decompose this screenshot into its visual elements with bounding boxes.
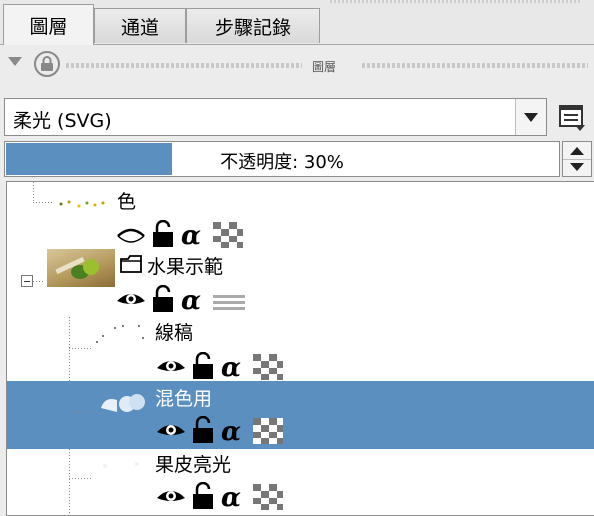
folder-icon — [120, 255, 142, 273]
title-grip-right[interactable] — [362, 63, 588, 68]
blend-mode-select[interactable]: 柔光 (SVG) — [4, 98, 547, 136]
inherit-alpha-icon[interactable] — [213, 220, 245, 250]
opacity-label: 不透明度: 30% — [220, 152, 344, 173]
lock-icon[interactable] — [191, 352, 215, 382]
layer-properties: α — [115, 220, 255, 254]
layer-name: 果皮亮光 — [155, 454, 232, 476]
list-menu-icon — [559, 105, 585, 131]
collapse-toggle-icon[interactable] — [21, 275, 33, 287]
alpha-lock-icon[interactable]: α — [179, 220, 211, 250]
layer-properties: α — [155, 352, 295, 386]
alpha-lock-icon[interactable]: α — [179, 285, 211, 315]
tab-layers[interactable]: 圖層 — [3, 4, 94, 45]
title-grip-left[interactable] — [66, 63, 302, 68]
svg-text:α: α — [181, 286, 201, 315]
layer-list[interactable]: 色 α 水果示範 α 線稿 α 混色用 α 果皮亮光 α — [6, 181, 594, 516]
layer-menu-button[interactable] — [557, 103, 587, 133]
layer-name: 色 — [117, 191, 137, 213]
tab-layers-label: 圖層 — [29, 15, 68, 38]
eye-icon[interactable] — [155, 416, 187, 446]
docker-grip[interactable] — [330, 0, 580, 3]
pass-through-icon[interactable] — [213, 285, 249, 315]
tab-history[interactable]: 步驟記錄 — [186, 8, 320, 43]
lock-icon[interactable] — [151, 220, 175, 250]
collapse-panel-icon[interactable] — [8, 57, 22, 66]
alpha-lock-icon[interactable]: α — [219, 482, 251, 512]
eye-closed-icon[interactable] — [115, 220, 147, 250]
layer-thumbnail — [103, 462, 139, 468]
inherit-alpha-icon[interactable] — [253, 482, 285, 512]
spin-up-icon[interactable] — [570, 147, 584, 155]
layer-name: 線稿 — [155, 322, 194, 344]
lock-icon[interactable] — [191, 416, 215, 446]
inherit-alpha-icon[interactable] — [253, 416, 285, 446]
layer-thumbnail — [101, 394, 145, 412]
eye-icon[interactable] — [115, 285, 147, 315]
opacity-spinner[interactable] — [562, 141, 592, 177]
lock-icon[interactable] — [191, 482, 215, 512]
blend-mode-value: 柔光 (SVG) — [13, 110, 112, 132]
layer-properties: α — [115, 285, 255, 319]
svg-text:α: α — [221, 483, 241, 512]
tab-history-label: 步驟記錄 — [214, 16, 291, 39]
layer-thumbnail — [47, 249, 115, 287]
alpha-lock-icon[interactable]: α — [219, 352, 251, 382]
svg-text:α: α — [181, 221, 201, 250]
tab-channels[interactable]: 通道 — [94, 8, 186, 43]
float-lock-icon[interactable] — [34, 51, 60, 77]
eye-icon[interactable] — [155, 482, 187, 512]
panel-title: 圖層 — [312, 60, 337, 74]
tab-channels-label: 通道 — [120, 16, 159, 39]
docker-tab-bar: 圖層 通道 步驟記錄 — [0, 0, 594, 45]
layer-thumbnail — [96, 325, 144, 343]
svg-text:α: α — [221, 353, 241, 382]
svg-text:α: α — [221, 417, 241, 446]
lock-icon[interactable] — [151, 285, 175, 315]
alpha-lock-icon[interactable]: α — [219, 416, 251, 446]
layer-properties: α — [155, 482, 295, 515]
layer-properties: α — [155, 416, 295, 450]
chevron-down-icon[interactable] — [515, 99, 546, 135]
layer-name: 水果示範 — [147, 256, 224, 278]
spin-down-icon[interactable] — [570, 163, 584, 171]
selected-layer-highlight — [7, 381, 594, 449]
opacity-slider[interactable]: 不透明度: 30% — [4, 141, 560, 177]
inherit-alpha-icon[interactable] — [253, 352, 285, 382]
layer-name: 混色用 — [155, 388, 213, 410]
layer-thumbnail — [59, 200, 105, 208]
eye-icon[interactable] — [155, 352, 187, 382]
